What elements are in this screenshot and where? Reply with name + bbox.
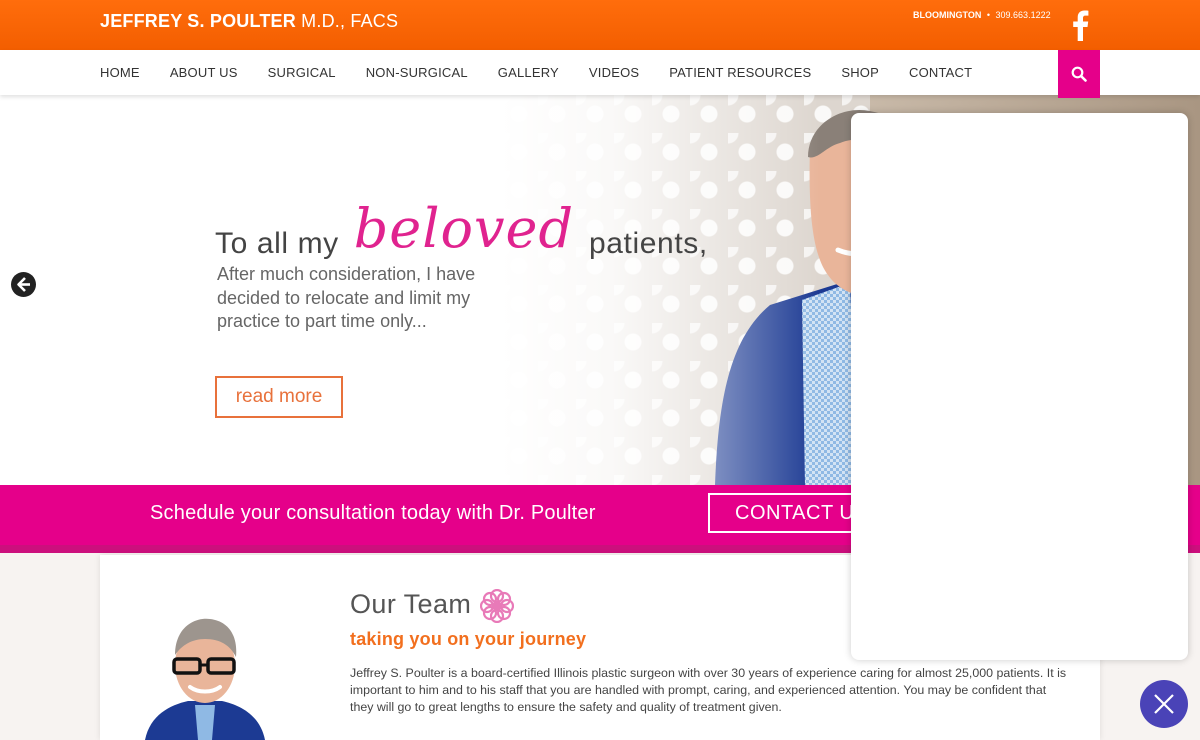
facebook-icon[interactable] [1070,9,1090,41]
hero-heading: To all my beloved patients, [215,197,708,266]
nav-surgical[interactable]: SURGICAL [268,65,336,80]
team-description: Jeffrey S. Poulter is a board-certified … [350,666,1067,714]
separator: • [986,10,991,20]
read-more-button[interactable]: read more [215,376,343,418]
team-subtitle: taking you on your journey [350,629,587,649]
hero-heading-start: To all my [215,227,339,260]
main-nav: HOME ABOUT US SURGICAL NON-SURGICAL GALL… [0,50,1200,98]
nav-gallery[interactable]: GALLERY [498,65,559,80]
chat-popup[interactable] [851,113,1188,660]
site-brand[interactable]: JEFFREY S. POULTER M.D., FACS [100,11,398,32]
top-bar: JEFFREY S. POULTER M.D., FACS BLOOMINGTO… [0,0,1200,50]
contact-line: BLOOMINGTON • 309.663.1222 [913,10,1051,20]
hero-fade-overlay [500,95,820,485]
brand-credentials[interactable]: M.D., FACS [296,11,398,31]
team-photo [145,618,265,740]
hero-heading-end: patients, [588,227,708,260]
nav-about-us[interactable]: ABOUT US [170,65,238,80]
hero-heading-script: beloved [353,197,575,260]
hero-body-text: After much consideration, I have decided… [217,264,476,331]
arrow-left-icon[interactable] [10,271,37,298]
phone-link[interactable]: 309.663.1222 [996,10,1051,20]
nav-videos[interactable]: VIDEOS [589,65,639,80]
close-icon [1154,694,1174,714]
search-button[interactable] [1058,50,1100,98]
consultation-text: Schedule your consultation today with Dr… [150,502,596,524]
close-chat-button[interactable] [1140,680,1188,728]
nav-home[interactable]: HOME [100,65,140,80]
brand-name[interactable]: JEFFREY S. POULTER [100,11,296,31]
nav-patient-resources[interactable]: PATIENT RESOURCES [669,65,811,80]
nav-contact[interactable]: CONTACT [909,65,972,80]
flower-icon [480,589,514,623]
nav-non-surgical[interactable]: NON-SURGICAL [366,65,468,80]
team-title: Our Team [350,589,472,619]
nav-items: HOME ABOUT US SURGICAL NON-SURGICAL GALL… [100,65,1002,80]
search-icon [1071,66,1087,82]
nav-shop[interactable]: SHOP [841,65,879,80]
location-label: BLOOMINGTON [913,10,982,20]
